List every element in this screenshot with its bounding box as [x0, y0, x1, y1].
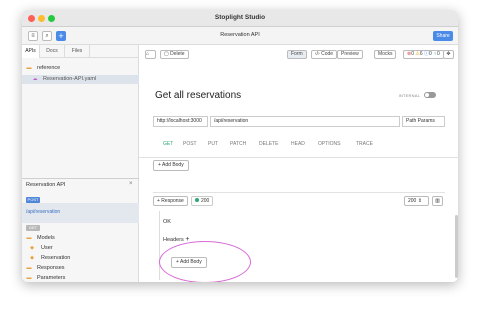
- hint-count: 0: [436, 51, 440, 57]
- path-input[interactable]: /api/reservation: [210, 116, 400, 127]
- window-title: Stoplight Studio: [214, 14, 266, 21]
- response-description[interactable]: OK: [163, 219, 171, 225]
- tree-item-label: Reservation: [41, 255, 71, 261]
- tab-options[interactable]: OPTIONS: [318, 141, 341, 147]
- api-file-icon: ☁: [32, 76, 38, 82]
- internal-toggle[interactable]: [424, 92, 436, 98]
- tab-docs[interactable]: Docs: [40, 45, 65, 58]
- editor-panel: ⌂ ▢ Delete Form ‹/› Code Preview Mocks ⊗…: [139, 45, 458, 282]
- preview-button[interactable]: Preview: [337, 50, 363, 59]
- app-header: ≡ ⌕ + Reservation API Share: [22, 27, 458, 45]
- tab-get[interactable]: GET: [163, 141, 173, 147]
- tree-item-api-file[interactable]: ☁ Reservation-API.yaml: [22, 75, 139, 84]
- highlight-circle: [159, 241, 251, 282]
- delete-label: Delete: [170, 51, 185, 57]
- preview-label: Preview: [341, 51, 359, 57]
- operation-title: Get all reservations: [155, 90, 242, 101]
- tab-files[interactable]: Files: [65, 45, 90, 58]
- status-dot: [195, 198, 199, 202]
- tree-item-label: Reservation-API.yaml: [43, 76, 97, 82]
- code-label: Code: [321, 51, 334, 57]
- folder-icon: ▬: [26, 265, 32, 271]
- scrollbar[interactable]: [455, 215, 458, 278]
- response-bar: + Response 200 200 ⇕ ▥: [153, 192, 445, 206]
- server-select[interactable]: http://localhost:3000: [153, 116, 208, 127]
- tab-put[interactable]: PUT: [208, 141, 218, 147]
- tab-delete[interactable]: DELETE: [259, 141, 278, 147]
- model-icon: ◆: [30, 255, 34, 261]
- endpoint-path: /api/reservation: [26, 209, 61, 215]
- code-view-button[interactable]: ‹/› Code: [311, 50, 338, 59]
- tab-patch[interactable]: PATCH: [230, 141, 246, 147]
- info-count: 0: [429, 51, 432, 57]
- mocks-button[interactable]: Mocks: [374, 50, 397, 59]
- share-button[interactable]: Share: [433, 31, 453, 41]
- tree-item-reference[interactable]: ▬ reference: [22, 64, 139, 73]
- divider: [139, 157, 458, 158]
- status-code-select[interactable]: 200 ⇕: [404, 196, 429, 206]
- delete-button[interactable]: ▢ Delete: [160, 50, 189, 59]
- response-code-tab[interactable]: 200: [191, 196, 214, 206]
- sidebar: APIs Docs Files ▬ reference ☁ Reservatio…: [22, 45, 139, 282]
- tab-apis[interactable]: APIs: [22, 45, 40, 58]
- tree-item-responses[interactable]: ▬ Responses: [22, 264, 139, 273]
- warning-count: 6: [419, 51, 423, 57]
- model-icon: ◆: [30, 245, 34, 251]
- tab-head[interactable]: HEAD: [291, 141, 305, 147]
- tree-item-models[interactable]: ▬ Models: [22, 234, 139, 243]
- tree-item-label: reference: [37, 65, 61, 71]
- tree-item-user[interactable]: ◆ User: [22, 244, 139, 253]
- project-title: Reservation API: [220, 32, 260, 38]
- tree-item-label: Responses: [37, 265, 65, 271]
- settings-icon[interactable]: ✥: [443, 50, 454, 59]
- mocks-label: Mocks: [378, 51, 393, 57]
- headers-label: Headers: [163, 237, 184, 243]
- app-window: Stoplight Studio ≡ ⌕ + Reservation API S…: [22, 10, 458, 282]
- folder-icon: ▬: [26, 65, 32, 71]
- panel-title: Reservation API: [26, 182, 66, 188]
- close-icon[interactable]: ×: [129, 181, 133, 187]
- form-view-button[interactable]: Form: [287, 50, 307, 59]
- add-response-button[interactable]: + Response: [153, 196, 188, 206]
- tree-item-parameters[interactable]: ▬ Parameters: [22, 274, 139, 282]
- url-row: http://localhost:3000 /api/reservation P…: [153, 116, 445, 127]
- internal-label: INTERNAL: [398, 93, 420, 98]
- method-badge-get[interactable]: GET: [26, 225, 40, 231]
- tree-item-label: User: [41, 245, 53, 251]
- form-label: Form: [291, 51, 303, 57]
- tab-post[interactable]: POST: [183, 141, 197, 147]
- response-code: 200: [201, 198, 210, 204]
- folder-icon: ▬: [26, 235, 32, 241]
- sidebar-tabs: APIs Docs Files: [22, 45, 139, 58]
- tree-item-label: Models: [37, 235, 55, 241]
- validation-counts[interactable]: ⊗0 ⚠6 ⓘ0 ♀0: [403, 50, 444, 59]
- endpoint-item[interactable]: /api/reservation: [22, 203, 139, 223]
- tag-icon[interactable]: ⌂: [145, 50, 156, 59]
- path-params-button[interactable]: Path Params: [402, 116, 445, 127]
- title-bar: Stoplight Studio: [22, 10, 458, 27]
- tab-trace[interactable]: TRACE: [356, 141, 373, 147]
- folder-icon: ▬: [26, 275, 32, 281]
- tree-item-label: Parameters: [37, 275, 66, 281]
- divider: [22, 178, 139, 179]
- trash-icon[interactable]: ▥: [432, 196, 443, 206]
- tree-item-reservation[interactable]: ◆ Reservation: [22, 254, 139, 263]
- add-request-body-button[interactable]: + Add Body: [153, 160, 189, 171]
- error-count: 0: [411, 51, 414, 57]
